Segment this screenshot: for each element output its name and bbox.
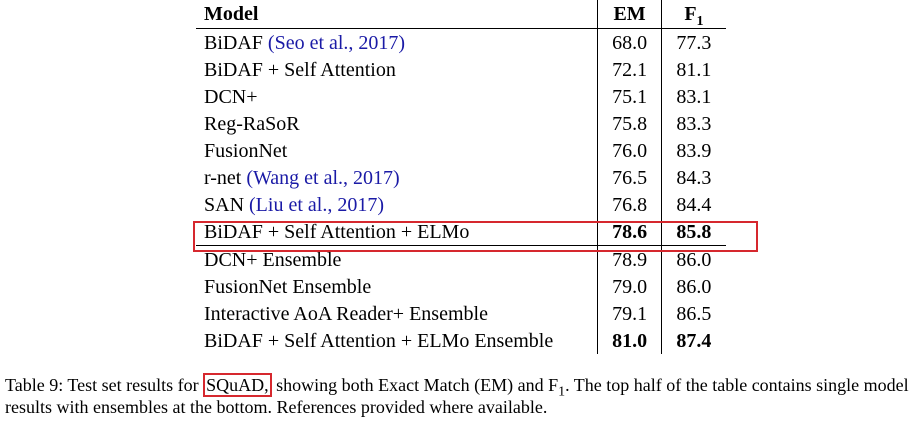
- cell-f1: 83.9: [660, 137, 726, 164]
- table-row: BiDAF + Self Attention + ELMo 78.6 85.8: [196, 218, 726, 246]
- caption-highlight-squad: SQuAD,: [203, 373, 272, 397]
- model-name: BiDAF: [204, 31, 263, 54]
- table-row: BiDAF (Seo et al., 2017) 68.0 77.3: [196, 28, 726, 56]
- cell-model: DCN+ Ensemble: [196, 245, 598, 273]
- cell-f1: 87.4: [660, 327, 726, 354]
- model-name: BiDAF + Self Attention + ELMo Ensemble: [204, 329, 554, 352]
- cell-model: r-net (Wang et al., 2017): [196, 164, 598, 191]
- table-row: DCN+ Ensemble 78.9 86.0: [196, 245, 726, 273]
- citation-link[interactable]: (Liu et al., 2017): [249, 194, 384, 216]
- cell-f1: 81.1: [660, 56, 726, 83]
- cell-model: FusionNet: [196, 137, 598, 164]
- header-f1-main: F: [684, 3, 697, 25]
- cell-model: FusionNet Ensemble: [196, 273, 598, 300]
- cell-em: 76.8: [597, 191, 662, 218]
- citation-link[interactable]: (Seo et al., 2017): [268, 32, 405, 54]
- cell-f1: 86.0: [660, 273, 726, 300]
- model-name: r-net: [204, 166, 242, 189]
- model-name: SAN: [204, 193, 245, 216]
- cell-em: 79.0: [597, 273, 662, 300]
- cell-f1: 77.3: [660, 28, 726, 56]
- table-row: r-net (Wang et al., 2017) 76.5 84.3: [196, 164, 726, 191]
- cell-em: 79.1: [597, 300, 662, 327]
- table-caption: Table 9: Test set results for SQuAD, sho…: [5, 373, 913, 418]
- cell-f1: 83.1: [660, 83, 726, 110]
- cell-em: 81.0: [597, 327, 662, 354]
- cell-model: BiDAF + Self Attention: [196, 56, 598, 83]
- table-row: Interactive AoA Reader+ Ensemble 79.1 86.5: [196, 300, 726, 327]
- table-row: Reg-RaSoR 75.8 83.3: [196, 110, 726, 137]
- cell-f1: 84.4: [660, 191, 726, 218]
- cell-em: 72.1: [597, 56, 662, 83]
- model-name: Interactive AoA Reader+ Ensemble: [204, 302, 488, 325]
- cell-model: BiDAF + Self Attention + ELMo: [196, 218, 598, 246]
- table-row: BiDAF + Self Attention + ELMo Ensemble 81…: [196, 327, 726, 354]
- cell-model: Reg-RaSoR: [196, 110, 598, 137]
- cell-f1: 85.8: [660, 218, 726, 246]
- cell-f1: 86.5: [660, 300, 726, 327]
- caption-before: Table 9: Test set results for: [5, 375, 204, 395]
- cell-em: 76.5: [597, 164, 662, 191]
- cell-model: BiDAF (Seo et al., 2017): [196, 28, 598, 56]
- cell-model: BiDAF + Self Attention + ELMo Ensemble: [196, 327, 598, 354]
- cell-em: 78.9: [597, 245, 662, 273]
- table-body: BiDAF (Seo et al., 2017) 68.0 77.3 BiDAF + …: [196, 28, 726, 354]
- table-row: FusionNet 76.0 83.9: [196, 137, 726, 164]
- cell-f1: 86.0: [660, 245, 726, 273]
- model-name: DCN+: [204, 85, 258, 108]
- cell-model: SAN (Liu et al., 2017): [196, 191, 598, 218]
- results-table-container: Model EM F1 BiDAF (Seo et al., 2017) 68.0…: [196, 0, 726, 354]
- results-table: Model EM F1 BiDAF (Seo et al., 2017) 68.0…: [196, 0, 726, 354]
- table-row: DCN+ 75.1 83.1: [196, 83, 726, 110]
- table-row: FusionNet Ensemble 79.0 86.0: [196, 273, 726, 300]
- cell-model: Interactive AoA Reader+ Ensemble: [196, 300, 598, 327]
- cell-em: 75.8: [597, 110, 662, 137]
- table-row: BiDAF + Self Attention 72.1 81.1: [196, 56, 726, 83]
- model-name: BiDAF + Self Attention + ELMo: [204, 220, 470, 243]
- citation-link[interactable]: (Wang et al., 2017): [246, 167, 399, 189]
- model-name: FusionNet: [204, 139, 288, 162]
- table-row: SAN (Liu et al., 2017) 76.8 84.4: [196, 191, 726, 218]
- cell-f1: 83.3: [660, 110, 726, 137]
- cell-em: 68.0: [597, 28, 662, 56]
- cell-em: 75.1: [597, 83, 662, 110]
- header-model: Model: [204, 3, 259, 25]
- model-name: DCN+ Ensemble: [204, 248, 342, 271]
- table-header-row: Model EM F1: [196, 0, 726, 29]
- caption-middle: showing both Exact Match (EM) and F: [271, 375, 559, 395]
- header-f1: F1: [660, 0, 726, 29]
- cell-em: 76.0: [597, 137, 662, 164]
- cell-model: DCN+: [196, 83, 598, 110]
- model-name: BiDAF + Self Attention: [204, 58, 396, 81]
- cell-f1: 84.3: [660, 164, 726, 191]
- model-name: Reg-RaSoR: [204, 112, 300, 135]
- header-em: EM: [597, 0, 662, 29]
- model-name: FusionNet Ensemble: [204, 275, 372, 298]
- header-f1-sub: 1: [696, 14, 704, 29]
- cell-em: 78.6: [597, 218, 662, 246]
